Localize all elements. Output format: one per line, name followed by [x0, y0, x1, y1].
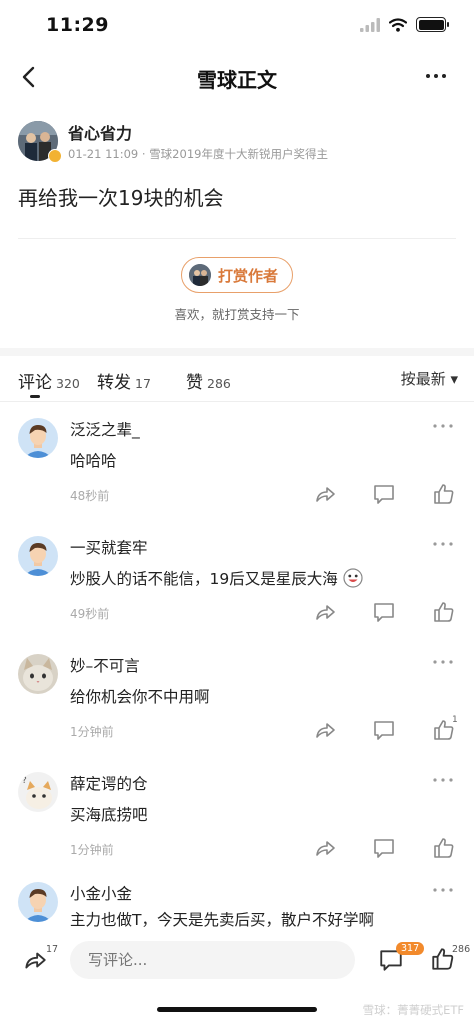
- status-bar: 11:29: [0, 0, 474, 52]
- like-count: 286: [452, 944, 471, 955]
- more-icon[interactable]: [424, 64, 448, 88]
- vip-badge: [48, 149, 62, 163]
- tab-reposts[interactable]: 转发 17: [97, 368, 151, 393]
- signal-icon: [360, 17, 380, 32]
- commenter-avatar[interactable]: [18, 882, 58, 922]
- reward-label: 打赏作者: [218, 267, 279, 285]
- like-icon[interactable]: [432, 482, 456, 506]
- commenter-avatar[interactable]: ?: [18, 772, 58, 812]
- reply-icon[interactable]: [372, 836, 396, 860]
- status-icons: [360, 17, 449, 32]
- nav-bar: 雪球正文: [0, 52, 474, 102]
- tab-label: 转发: [97, 373, 131, 393]
- like-icon[interactable]: [432, 600, 456, 624]
- section-divider: [0, 348, 474, 356]
- commenter-name[interactable]: 一买就套牢: [70, 536, 148, 558]
- comment-item: 小金小金 主力也做T，今天是先卖后买，散户不好学啊: [0, 866, 474, 929]
- comment-input[interactable]: [70, 941, 355, 979]
- tab-count: 320: [56, 376, 80, 391]
- status-time: 11:29: [46, 14, 109, 36]
- sort-dropdown[interactable]: 按最新 ▾: [401, 368, 458, 389]
- comment-text-content: 炒股人的话不能信，19后又是星辰大海: [70, 570, 338, 588]
- tab-label: 赞: [186, 373, 203, 393]
- tab-likes[interactable]: 赞 286: [186, 368, 231, 393]
- more-icon[interactable]: [432, 537, 454, 551]
- reply-icon[interactable]: [372, 718, 396, 742]
- commenter-avatar[interactable]: [18, 418, 58, 458]
- tab-comments[interactable]: 评论 320: [18, 368, 80, 393]
- reward-avatar: [189, 264, 211, 286]
- more-icon[interactable]: [432, 655, 454, 669]
- tab-count: 17: [135, 376, 151, 391]
- page-title: 雪球正文: [197, 68, 277, 92]
- commenter-name[interactable]: 妙–不可言: [70, 654, 140, 676]
- comment-text: 哈哈哈: [70, 452, 117, 470]
- bottom-action-bar: 17 317 286: [0, 929, 474, 991]
- post-meta: 01-21 11:09 · 雪球2019年度十大新锐用户奖得主: [68, 147, 328, 161]
- wifi-icon: [389, 17, 407, 32]
- commenter-name[interactable]: 薛定谔的仓: [70, 772, 148, 794]
- comment-time: 1分钟前: [70, 843, 114, 857]
- reply-icon[interactable]: [372, 482, 396, 506]
- commenter-avatar[interactable]: [18, 654, 58, 694]
- home-indicator: [157, 1007, 317, 1012]
- comment-item: 妙–不可言 给你机会你不中用啊 1分钟前 1: [0, 638, 474, 756]
- reward-author-button[interactable]: 打赏作者: [181, 257, 293, 293]
- reward-hint: 喜欢，就打赏支持一下: [174, 307, 300, 322]
- author-name[interactable]: 省心省力: [68, 120, 132, 144]
- comment-item: ? 薛定谔的仓 买海底捞吧 1分钟前: [0, 756, 474, 874]
- repost-count: 17: [46, 944, 59, 955]
- commenter-name[interactable]: 泛泛之辈_: [70, 418, 140, 440]
- comment-text: 给你机会你不中用啊: [70, 688, 210, 706]
- watermark: 雪球：菁菁硬式ETF: [362, 1003, 464, 1017]
- post-header: 省心省力 01-21 11:09 · 雪球2019年度十大新锐用户奖得主: [18, 118, 458, 166]
- more-icon[interactable]: [432, 883, 454, 897]
- tab-label: 评论: [18, 373, 52, 393]
- commenter-avatar[interactable]: [18, 536, 58, 576]
- comment-time: 48秒前: [70, 489, 110, 503]
- like-icon[interactable]: [432, 836, 456, 860]
- repost-icon[interactable]: [22, 947, 48, 973]
- share-icon[interactable]: [313, 836, 337, 860]
- more-icon[interactable]: [432, 419, 454, 433]
- divider: [18, 238, 456, 239]
- comment-text: 主力也做T，今天是先卖后买，散户不好学啊: [70, 911, 374, 929]
- active-tab-indicator: [30, 395, 40, 398]
- svg-text:?: ?: [22, 776, 27, 786]
- post-body: 再给我一次19块的机会: [18, 186, 224, 210]
- grinning-emoji-icon: [343, 568, 363, 588]
- battery-icon: [416, 17, 449, 32]
- like-count: 1: [452, 715, 458, 725]
- comment-time: 1分钟前: [70, 725, 114, 739]
- comment-item: 一买就套牢 炒股人的话不能信，19后又是星辰大海 49秒前: [0, 520, 474, 638]
- reply-icon[interactable]: [372, 600, 396, 624]
- more-icon[interactable]: [432, 773, 454, 787]
- share-icon[interactable]: [313, 482, 337, 506]
- comment-text: 炒股人的话不能信，19后又是星辰大海: [70, 567, 363, 589]
- share-icon[interactable]: [313, 718, 337, 742]
- comment-tabs: 评论 320 转发 17 赞 286 按最新 ▾: [0, 356, 474, 402]
- share-icon[interactable]: [313, 600, 337, 624]
- commenter-name[interactable]: 小金小金: [70, 882, 132, 904]
- comment-text: 买海底捞吧: [70, 806, 148, 824]
- comment-item: 泛泛之辈_ 哈哈哈 48秒前: [0, 402, 474, 520]
- comment-count-badge: 317: [396, 942, 425, 955]
- comment-time: 49秒前: [70, 607, 110, 621]
- tab-count: 286: [207, 376, 231, 391]
